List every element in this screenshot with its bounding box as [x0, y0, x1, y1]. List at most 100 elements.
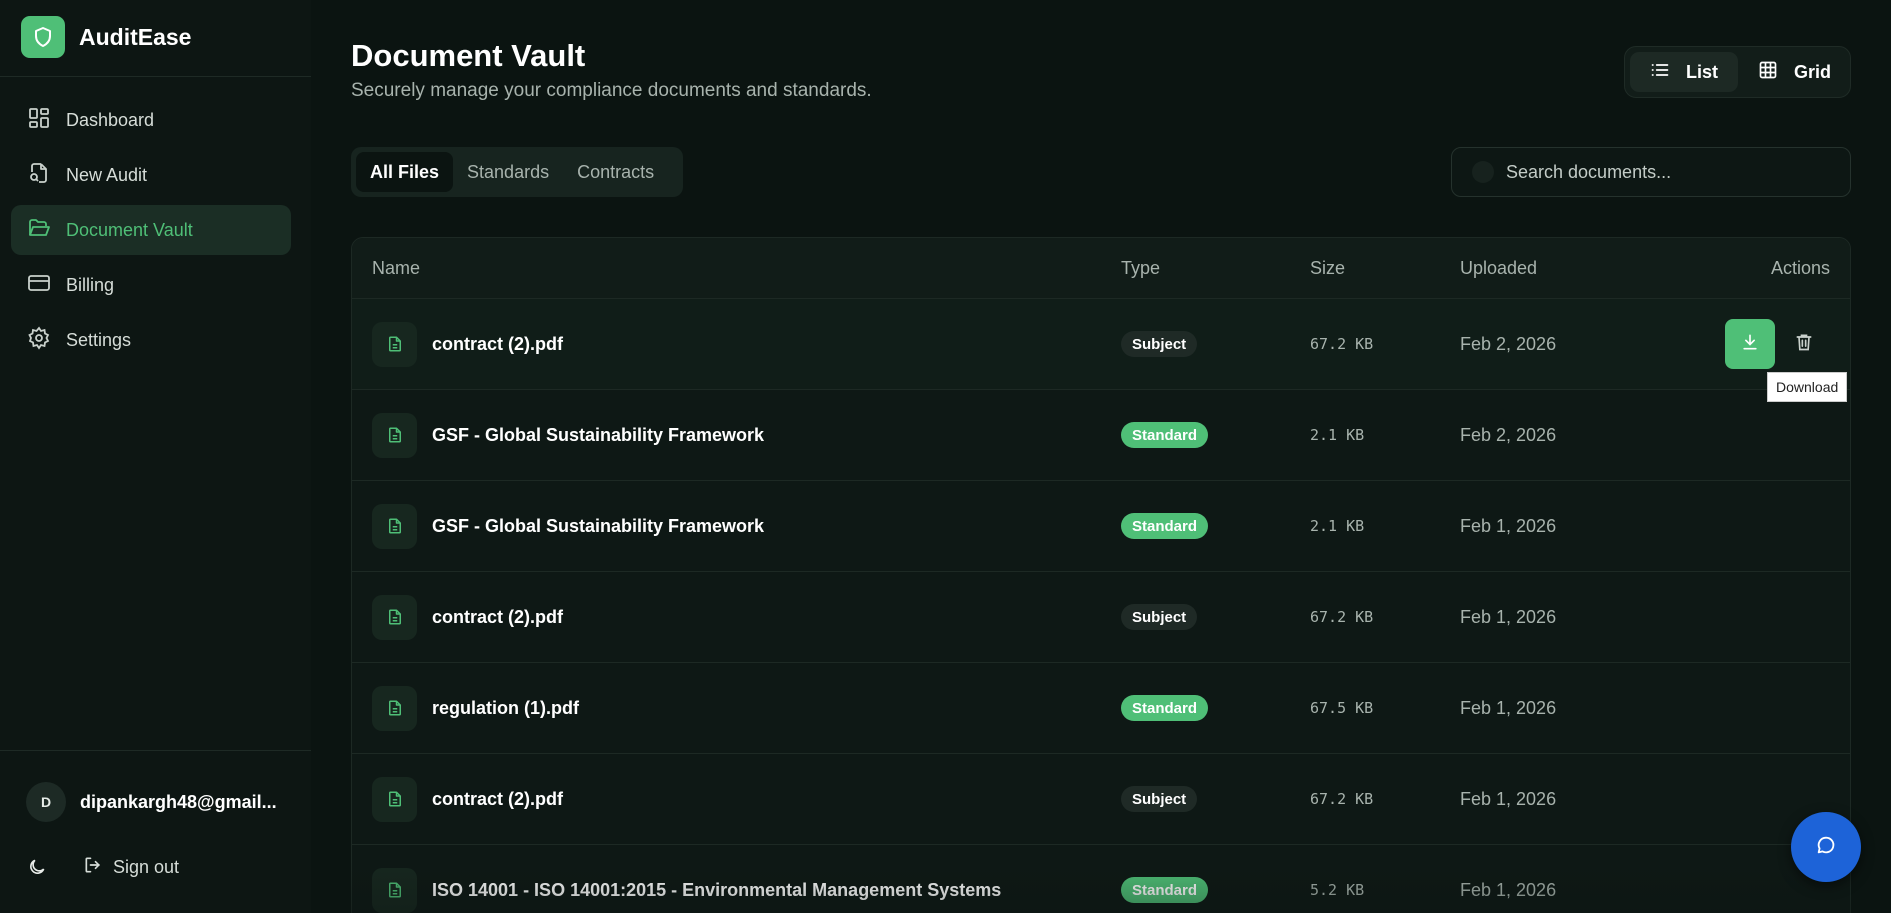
file-size: 67.2 KB: [1310, 608, 1374, 626]
file-name[interactable]: contract (2).pdf: [432, 607, 563, 628]
type-badge: Standard: [1121, 695, 1209, 721]
file-text-icon: [372, 867, 417, 913]
app-name: AuditEase: [79, 23, 192, 50]
page-title: Document Vault: [351, 38, 586, 73]
file-size: 67.5 KB: [1310, 699, 1374, 717]
file-size: 67.2 KB: [1310, 790, 1374, 808]
divider: [0, 750, 311, 751]
list-label: List: [1686, 61, 1719, 82]
table-row[interactable]: GSF - Global Sustainability Framework St…: [352, 390, 1850, 481]
sidebar-footer: Sign out: [26, 853, 179, 881]
upload-date: Feb 2, 2026: [1460, 424, 1557, 445]
file-text-icon: [372, 594, 417, 640]
column-header-size[interactable]: Size: [1310, 258, 1345, 279]
moon-icon[interactable]: [26, 853, 48, 881]
credit-card-icon: [27, 271, 51, 300]
column-header-type[interactable]: Type: [1121, 258, 1160, 279]
sidebar-item-billing[interactable]: Billing: [11, 260, 291, 310]
file-name[interactable]: contract (2).pdf: [432, 789, 563, 810]
list-view-button[interactable]: List: [1630, 52, 1739, 92]
type-badge: Standard: [1121, 877, 1209, 903]
grid-label: Grid: [1794, 61, 1832, 82]
sidebar-item-label: New Audit: [66, 164, 148, 185]
sidebar-item-dashboard[interactable]: Dashboard: [11, 95, 291, 145]
view-toggle: List Grid: [1624, 46, 1851, 98]
type-badge: Subject: [1121, 331, 1198, 357]
tab-contracts[interactable]: Contracts: [563, 152, 668, 192]
file-text-icon: [372, 412, 417, 458]
folder-open-icon: [27, 216, 51, 245]
delete-button[interactable]: [1793, 333, 1815, 355]
column-header-name[interactable]: Name: [372, 258, 420, 279]
grid-view-button[interactable]: Grid: [1738, 52, 1851, 92]
chat-icon: [1815, 834, 1837, 861]
table-row[interactable]: contract (2).pdf Subject 67.2 KB Feb 1, …: [352, 754, 1850, 845]
sidebar: AuditEase Dashboard New Audit Document V…: [0, 0, 311, 913]
filter-tabs: All Files Standards Contracts: [351, 147, 683, 197]
upload-date: Feb 1, 2026: [1460, 515, 1557, 536]
upload-date: Feb 2, 2026: [1460, 333, 1557, 354]
sidebar-nav: Dashboard New Audit Document Vault Billi…: [11, 95, 291, 370]
list-icon: [1650, 60, 1670, 85]
sidebar-item-label: Billing: [66, 274, 115, 295]
upload-date: Feb 1, 2026: [1460, 788, 1557, 809]
sidebar-item-new-audit[interactable]: New Audit: [11, 150, 291, 200]
file-name[interactable]: ISO 14001 - ISO 14001:2015 - Environment…: [432, 880, 1001, 901]
type-badge: Standard: [1121, 422, 1209, 448]
file-size: 67.2 KB: [1310, 335, 1374, 353]
file-size: 2.1 KB: [1310, 426, 1365, 444]
column-header-uploaded[interactable]: Uploaded: [1460, 258, 1537, 279]
file-text-icon: [372, 776, 417, 822]
table-row[interactable]: ISO 14001 - ISO 14001:2015 - Environment…: [352, 845, 1850, 913]
file-text-icon: [372, 321, 417, 367]
upload-date: Feb 1, 2026: [1460, 606, 1557, 627]
download-tooltip: Download: [1767, 372, 1848, 402]
sidebar-item-label: Document Vault: [66, 219, 193, 240]
divider: [0, 76, 311, 77]
table-row[interactable]: contract (2).pdf Subject 67.2 KB Feb 1, …: [352, 572, 1850, 663]
download-button[interactable]: [1725, 319, 1775, 369]
dashboard-icon: [27, 106, 51, 135]
sign-out-button[interactable]: Sign out: [83, 855, 179, 880]
type-badge: Subject: [1121, 786, 1198, 812]
sidebar-item-label: Settings: [66, 329, 132, 350]
search-icon: [1472, 161, 1494, 183]
user-email: dipankargh48@gmail...: [80, 791, 277, 812]
type-badge: Subject: [1121, 604, 1198, 630]
row-actions: [1725, 319, 1815, 369]
search-box: [1451, 147, 1851, 197]
brand[interactable]: AuditEase: [21, 16, 191, 58]
file-search-icon: [27, 161, 51, 190]
sidebar-item-settings[interactable]: Settings: [11, 315, 291, 365]
download-icon: [1740, 332, 1760, 357]
table-row[interactable]: contract (2).pdf Subject 67.2 KB Feb 2, …: [352, 299, 1850, 390]
tab-standards[interactable]: Standards: [453, 152, 563, 192]
file-text-icon: [372, 685, 417, 731]
file-size: 5.2 KB: [1310, 881, 1365, 899]
tab-all-files[interactable]: All Files: [356, 152, 454, 192]
shield-icon: [21, 16, 65, 58]
trash-icon: [1794, 332, 1814, 357]
table-row[interactable]: regulation (1).pdf Standard 67.5 KB Feb …: [352, 663, 1850, 754]
user-profile[interactable]: D dipankargh48@gmail...: [26, 782, 277, 822]
table-header: Name Type Size Uploaded Actions: [352, 238, 1850, 299]
log-out-icon: [83, 855, 103, 880]
sidebar-item-label: Dashboard: [66, 109, 155, 130]
sidebar-item-document-vault[interactable]: Document Vault: [11, 205, 291, 255]
upload-date: Feb 1, 2026: [1460, 879, 1557, 900]
chat-button[interactable]: [1791, 812, 1861, 882]
column-header-actions: Actions: [1770, 257, 1830, 278]
table-row[interactable]: GSF - Global Sustainability Framework St…: [352, 481, 1850, 572]
gear-icon: [27, 325, 51, 355]
file-size: 2.1 KB: [1310, 517, 1365, 535]
file-text-icon: [372, 503, 417, 549]
sign-out-label: Sign out: [113, 856, 180, 877]
file-name[interactable]: GSF - Global Sustainability Framework: [432, 425, 764, 446]
documents-table: Name Type Size Uploaded Actions contract…: [351, 237, 1851, 913]
upload-date: Feb 1, 2026: [1460, 697, 1557, 718]
search-input[interactable]: [1506, 161, 1826, 183]
file-name[interactable]: GSF - Global Sustainability Framework: [432, 516, 764, 537]
file-name[interactable]: contract (2).pdf: [432, 334, 563, 355]
file-name[interactable]: regulation (1).pdf: [432, 698, 579, 719]
avatar: D: [26, 782, 66, 822]
